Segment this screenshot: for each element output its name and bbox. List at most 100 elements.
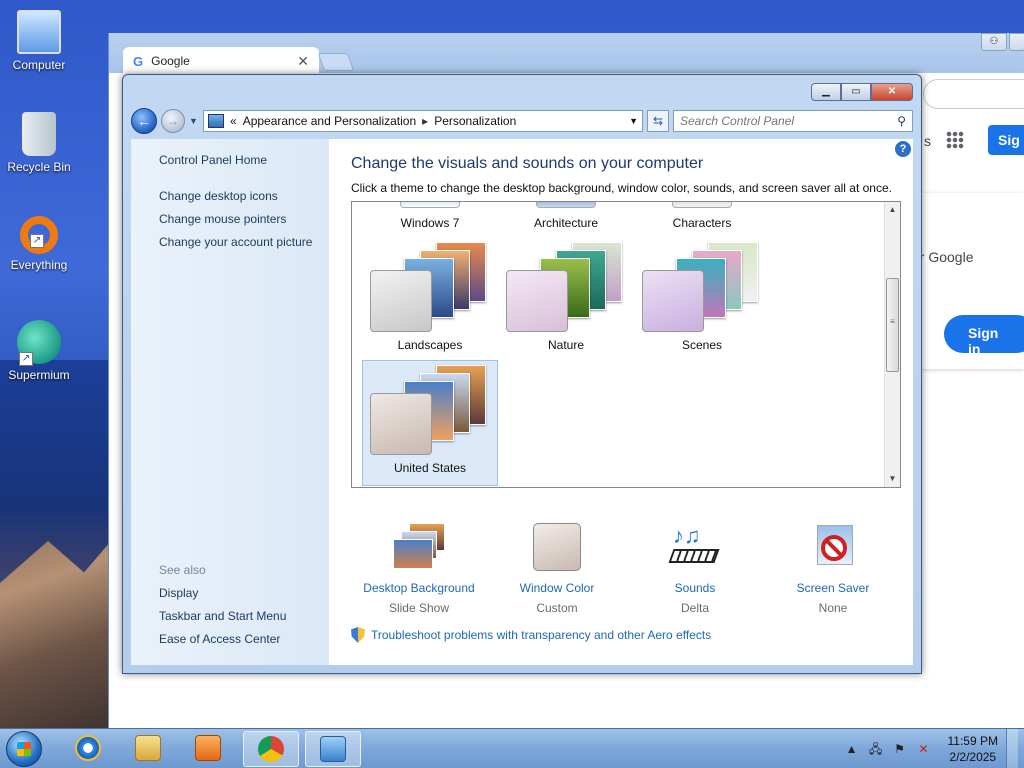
page-description: Click a theme to change the desktop back… <box>351 181 892 195</box>
change-mouse-pointers-link[interactable]: Change mouse pointers <box>159 212 329 226</box>
search-input[interactable] <box>680 114 898 128</box>
theme-architecture[interactable]: Architecture <box>498 202 634 230</box>
volume-muted-icon[interactable]: ✕ <box>916 741 932 757</box>
desktop-icon-everything[interactable]: ↗ Everything <box>4 216 74 272</box>
ease-of-access-link[interactable]: Ease of Access Center <box>159 632 286 646</box>
sounds-option[interactable]: ♪♫ Sounds Delta <box>627 523 763 615</box>
theme-characters[interactable]: Characters <box>634 202 770 230</box>
card-sign-in-button[interactable]: Sign in <box>944 315 1024 357</box>
chrome-tabbar: G Google ✕ ⚇ <box>109 33 1024 75</box>
scroll-thumb[interactable]: ≡ <box>886 278 899 372</box>
screen-saver-option[interactable]: Screen Saver None <box>765 523 901 615</box>
address-dropdown-icon[interactable]: ▼ <box>629 116 638 126</box>
taskbar-internet-explorer[interactable] <box>60 731 116 767</box>
taskbar-media-player[interactable] <box>180 731 236 767</box>
desktop-icon-label: Everything <box>10 258 68 272</box>
help-icon[interactable]: ? <box>895 141 911 157</box>
chrome-tab-google[interactable]: G Google ✕ <box>123 47 319 75</box>
scroll-down-arrow-icon[interactable]: ▼ <box>885 471 900 487</box>
theme-label: Scenes <box>681 338 723 352</box>
search-box[interactable]: ⚲ <box>673 110 913 132</box>
navigation-bar: ← → ▼ « Appearance and Personalization ▸… <box>131 107 913 135</box>
breadcrumb-chevrons[interactable]: « <box>230 114 237 128</box>
clock-date: 2/2/2025 <box>949 750 997 764</box>
google-sign-in-card: ur Google Sign in <box>912 193 1024 369</box>
theme-label: Nature <box>547 338 585 352</box>
sounds-value: Delta <box>680 601 709 615</box>
system-tray: ▲ 🖧 ⚑ ✕ 11:59 PM 2/2/2025 <box>844 729 1024 768</box>
theme-list-scrollbar[interactable]: ▲ ≡ ▼ <box>884 202 900 487</box>
chrome-icon <box>258 736 284 762</box>
desktop-background-option[interactable]: Desktop Background Slide Show <box>351 523 487 615</box>
refresh-button[interactable]: ⇆ <box>647 110 669 132</box>
window-controls: ▁ ▭ ✕ <box>811 83 913 101</box>
breadcrumb-personalization[interactable]: Personalization <box>434 114 516 128</box>
address-bar[interactable]: « Appearance and Personalization ▸ Perso… <box>203 110 643 132</box>
taskbar-control-panel[interactable] <box>305 731 361 767</box>
control-panel-home-link[interactable]: Control Panel Home <box>159 153 329 167</box>
troubleshoot-label[interactable]: Troubleshoot problems with transparency … <box>371 628 711 642</box>
maximize-button[interactable]: ▭ <box>841 83 871 101</box>
uac-shield-icon <box>351 627 365 643</box>
theme-options-row: Desktop Background Slide Show Window Col… <box>351 523 901 615</box>
theme-label: Landscapes <box>397 338 463 352</box>
change-account-picture-link[interactable]: Change your account picture <box>159 235 329 249</box>
theme-united-states[interactable]: United States <box>362 360 498 486</box>
theme-preview <box>370 361 490 455</box>
screen-saver-label[interactable]: Screen Saver <box>765 581 901 595</box>
profile-icon[interactable]: ⚇ <box>981 33 1007 51</box>
desktop-background-label[interactable]: Desktop Background <box>351 581 487 595</box>
control-panel-icon <box>320 736 346 762</box>
apps-grid-icon[interactable] <box>946 131 964 149</box>
window-color-label[interactable]: Window Color <box>489 581 625 595</box>
tab-close-icon[interactable]: ✕ <box>297 53 309 70</box>
theme-nature[interactable]: Nature <box>498 238 634 352</box>
scroll-up-arrow-icon[interactable]: ▲ <box>885 202 900 218</box>
personalization-window[interactable]: ▁ ▭ ✕ ← → ▼ « Appearance and Personaliza… <box>122 74 922 674</box>
show-desktop-button[interactable] <box>1006 729 1018 768</box>
screen-saver-icon <box>805 523 861 575</box>
desktop-icon-supermium[interactable]: ↗ Supermium <box>4 320 74 382</box>
troubleshoot-link[interactable]: Troubleshoot problems with transparency … <box>351 627 711 643</box>
google-favicon-icon: G <box>133 53 144 69</box>
taskbar-start-menu-link[interactable]: Taskbar and Start Menu <box>159 609 286 623</box>
tab-title: Google <box>151 54 190 68</box>
theme-landscapes[interactable]: Landscapes <box>362 238 498 352</box>
header-sign-in-button[interactable]: Sig <box>988 125 1024 155</box>
taskbar-chrome[interactable] <box>243 731 299 767</box>
window-color-option[interactable]: Window Color Custom <box>489 523 625 615</box>
taskbar-file-explorer[interactable] <box>120 731 176 767</box>
back-button[interactable]: ← <box>131 108 157 134</box>
action-center-flag-icon[interactable]: ⚑ <box>892 741 908 757</box>
change-desktop-icons-link[interactable]: Change desktop icons <box>159 189 329 203</box>
theme-list[interactable]: Windows 7 Architecture Characters Landsc… <box>351 201 901 488</box>
everything-icon: ↗ <box>20 216 58 254</box>
show-hidden-icons-icon[interactable]: ▲ <box>844 741 860 757</box>
computer-icon <box>17 10 61 54</box>
desktop-icon-recycle-bin[interactable]: Recycle Bin <box>4 112 74 174</box>
search-icon[interactable]: ⚲ <box>897 114 906 128</box>
theme-windows-7[interactable]: Windows 7 <box>362 202 498 230</box>
start-button[interactable] <box>6 731 42 767</box>
new-tab-button[interactable] <box>317 53 355 71</box>
chrome-minimize-button[interactable] <box>1009 33 1024 51</box>
partial-text: s <box>924 133 931 149</box>
minimize-button[interactable]: ▁ <box>811 83 841 101</box>
display-link[interactable]: Display <box>159 586 286 600</box>
see-also-section: See also Display Taskbar and Start Menu … <box>159 563 286 655</box>
media-player-icon <box>195 735 221 761</box>
see-also-header: See also <box>159 563 206 577</box>
recent-pages-dropdown[interactable]: ▼ <box>189 116 199 126</box>
network-icon[interactable]: 🖧 <box>868 741 884 757</box>
breadcrumb-separator-icon[interactable]: ▸ <box>422 114 428 128</box>
window-content: Control Panel Home Change desktop icons … <box>131 139 913 665</box>
supermium-icon: ↗ <box>17 320 61 366</box>
theme-scenes[interactable]: Scenes <box>634 238 770 352</box>
breadcrumb-appearance[interactable]: Appearance and Personalization <box>243 114 416 128</box>
desktop-icon-computer[interactable]: Computer <box>4 10 74 72</box>
forward-button[interactable]: → <box>161 109 185 133</box>
sounds-label[interactable]: Sounds <box>627 581 763 595</box>
desktop-icon-label: Computer <box>12 58 66 72</box>
clock[interactable]: 11:59 PM 2/2/2025 <box>948 733 998 765</box>
close-button[interactable]: ✕ <box>871 83 913 101</box>
